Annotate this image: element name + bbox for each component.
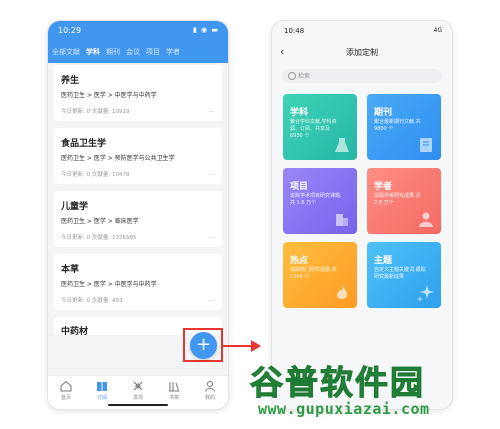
tabbar-home[interactable]: 首页 [48,376,84,409]
sparkle-icon [417,285,434,302]
search-input[interactable]: 检索 [282,69,442,83]
tile-journal[interactable]: 期刊 聚合最新期刊文献,共 9800 个 [367,94,441,160]
tabbar-label: 书架 [168,395,179,401]
tab-journal[interactable]: 期刊 [106,47,120,61]
arrow-shaft [223,345,253,347]
arrow-right-icon [251,340,261,352]
watermark-logo-text: 谷普软件园 [250,363,425,403]
tile-title: 学科 [290,108,309,118]
subscription-list: 养生 医药卫生 > 医学 > 中医学与中药学 今日更新: 0 文献量: 1091… [54,65,222,337]
search-placeholder: 检索 [298,73,311,80]
item-path: 医药卫生 > 医学 > 中医学与中药学 [61,281,157,288]
flame-icon [336,285,348,299]
tile-desc: 自定义主题关键词,跟踪研究最新成果 [374,267,426,280]
tile-desc: 追踪热门研究话题,共 1245 个 [290,267,337,280]
tile-title: 学者 [374,182,393,192]
item-title: 儿童学 [61,202,89,212]
right-phone-screen: 10:48 4G ‹ 添加定制 检索 学科 聚合学科文献,学科资源、订阅、共享及… [272,21,452,409]
tile-title: 项目 [290,182,309,192]
tabbar-label: 订阅 [96,395,107,401]
user-icon [205,381,215,392]
item-title: 养生 [61,76,80,86]
journal-icon [420,138,432,152]
tab-subject[interactable]: 学科 [86,47,100,61]
tile-desc: 聚合最新期刊文献,共 9800 个 [374,119,421,132]
item-path: 医药卫生 > 医学 > 预防医学与公共卫生学 [61,155,175,162]
tile-project[interactable]: 项目 追踪学术项目研究课题,共 1.6 万个 [283,168,357,234]
status-time: 10:29 [58,26,82,35]
discover-icon [133,381,143,391]
item-title: 食品卫生学 [61,139,107,149]
status-icons: ▮ ◉ ▬ [192,26,219,34]
item-meta: 今日更新: 0 文献量: 10478 [61,172,130,178]
book-icon [97,382,107,391]
home-icon [60,380,72,392]
tile-desc: 追踪学术项目研究课题,共 1.6 万个 [290,193,342,206]
tile-desc: 追踪学者研究成果,共 2.8 万个 [374,193,421,206]
scholar-icon [419,212,433,227]
tab-scholar[interactable]: 学者 [166,47,180,61]
list-item[interactable]: 本草 医药卫生 > 医学 > 中医学与中药学 今日更新: 0 文献量: 493 … [54,254,222,310]
more-icon[interactable]: ··· [208,172,214,179]
flask-icon [335,138,349,152]
tab-all-docs[interactable]: 全部文献 [52,47,80,61]
more-icon[interactable]: ··· [208,298,214,305]
category-tabs: 全部文献 学科 期刊 会议 项目 学者 [52,47,228,61]
more-icon[interactable]: ··· [208,109,214,116]
tile-title: 主题 [374,256,393,266]
item-path: 医药卫生 > 医学 > 中医学与中药学 [61,92,157,99]
tabbar-label: 发现 [132,395,143,401]
tab-conference[interactable]: 会议 [126,47,140,61]
page-title: 添加定制 [346,48,378,57]
tile-subject[interactable]: 学科 聚合学科文献,学科资源、订阅、共享及 6930 个 [283,94,357,160]
add-subscription-button[interactable]: + [190,332,217,359]
watermark: 谷普软件园 www.gupuxiazai.com [250,356,500,429]
home-indicator [108,404,168,406]
tile-title: 期刊 [374,108,393,118]
item-path: 医药卫生 > 医学 > 临床医学 [61,218,139,225]
search-icon [288,72,296,80]
status-time: 10:48 [284,27,305,35]
tab-project[interactable]: 项目 [146,47,160,61]
tile-title: 热点 [290,256,309,266]
list-item[interactable]: 儿童学 医药卫生 > 医学 > 临床医学 今日更新: 0 文献量: 137658… [54,191,222,247]
tabbar-profile[interactable]: 我的 [192,376,228,409]
tile-scholar[interactable]: 学者 追踪学者研究成果,共 2.8 万个 [367,168,441,234]
tile-topic[interactable]: 主题 自定义主题关键词,跟踪研究最新成果 [367,242,441,308]
bookshelf-icon [169,382,179,392]
status-network: 4G [433,27,442,34]
tabbar-label: 我的 [204,395,215,401]
list-item[interactable]: 养生 医药卫生 > 医学 > 中医学与中药学 今日更新: 0 文献量: 1091… [54,65,222,121]
building-icon [336,214,348,226]
watermark-url: www.gupuxiazai.com [258,400,430,418]
item-meta: 今日更新: 0 文献量: 10919 [61,109,130,115]
top-header: 10:29 ▮ ◉ ▬ 全部文献 学科 期刊 会议 项目 学者 [48,21,228,63]
list-item[interactable]: 食品卫生学 医药卫生 > 医学 > 预防医学与公共卫生学 今日更新: 0 文献量… [54,128,222,184]
more-icon[interactable]: ··· [208,235,214,242]
item-title: 本草 [61,265,80,275]
item-meta: 今日更新: 0 文献量: 1376585 [61,235,137,241]
tile-hotspot[interactable]: 热点 追踪热门研究话题,共 1245 个 [283,242,357,308]
tabbar-label: 首页 [60,395,71,401]
item-meta: 今日更新: 0 文献量: 493 [61,298,123,304]
